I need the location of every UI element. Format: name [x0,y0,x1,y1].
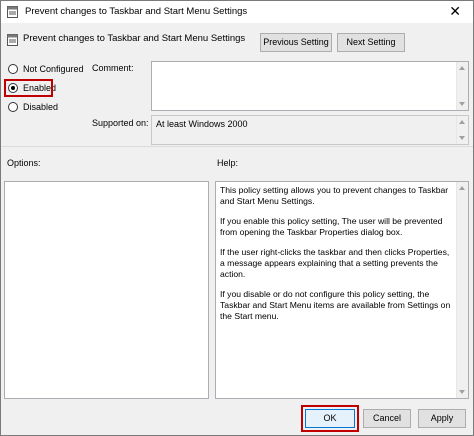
radio-circle[interactable] [8,102,18,112]
supported-on-value: At least Windows 2000 [156,119,248,129]
help-section-label: Help: [217,158,239,168]
policy-settings-icon [7,6,18,18]
next-setting-button[interactable]: Next Setting [337,33,405,52]
radio-not-configured[interactable]: Not Configured [8,64,84,74]
radio-circle[interactable] [8,64,18,74]
help-pane: This policy setting allows you to preven… [215,181,469,399]
apply-button[interactable]: Apply [418,409,466,428]
radio-label: Disabled [23,102,59,112]
radio-disabled[interactable]: Disabled [8,102,58,112]
scroll-down-icon[interactable] [459,136,465,140]
help-paragraph: If the user right-clicks the taskbar and… [220,247,450,279]
cancel-button[interactable]: Cancel [363,409,411,428]
help-paragraph: This policy setting allows you to preven… [220,185,449,206]
scroll-down-icon[interactable] [459,102,465,106]
enabled-highlight [4,79,53,97]
help-scrollbar[interactable] [456,182,468,398]
options-pane [4,181,209,399]
divider [1,146,473,147]
help-paragraph: If you disable or do not configure this … [220,289,451,321]
policy-name: Prevent changes to Taskbar and Start Men… [23,33,246,44]
help-paragraph: If you enable this policy setting, The u… [220,216,443,237]
scroll-down-icon[interactable] [459,390,465,394]
close-icon[interactable]: ✕ [449,2,461,20]
scroll-up-icon[interactable] [459,120,465,124]
previous-setting-button[interactable]: Previous Setting [260,33,332,52]
title-bar[interactable]: Prevent changes to Taskbar and Start Men… [1,1,473,23]
scroll-up-icon[interactable] [459,66,465,70]
window-title: Prevent changes to Taskbar and Start Men… [25,6,248,17]
comment-textarea[interactable] [151,61,469,111]
scroll-up-icon[interactable] [459,186,465,190]
radio-label: Not Configured [23,64,84,74]
supported-on-field: At least Windows 2000 [151,115,469,145]
comment-scrollbar[interactable] [456,62,468,110]
policy-dialog: Prevent changes to Taskbar and Start Men… [0,0,474,436]
help-text: This policy setting allows you to preven… [220,185,454,331]
comment-label: Comment: [92,63,134,73]
options-section-label: Options: [7,158,41,168]
supported-on-label: Supported on: [92,118,149,128]
policy-settings-icon [7,34,18,46]
supported-scrollbar[interactable] [456,116,468,144]
ok-button[interactable]: OK [305,409,355,428]
